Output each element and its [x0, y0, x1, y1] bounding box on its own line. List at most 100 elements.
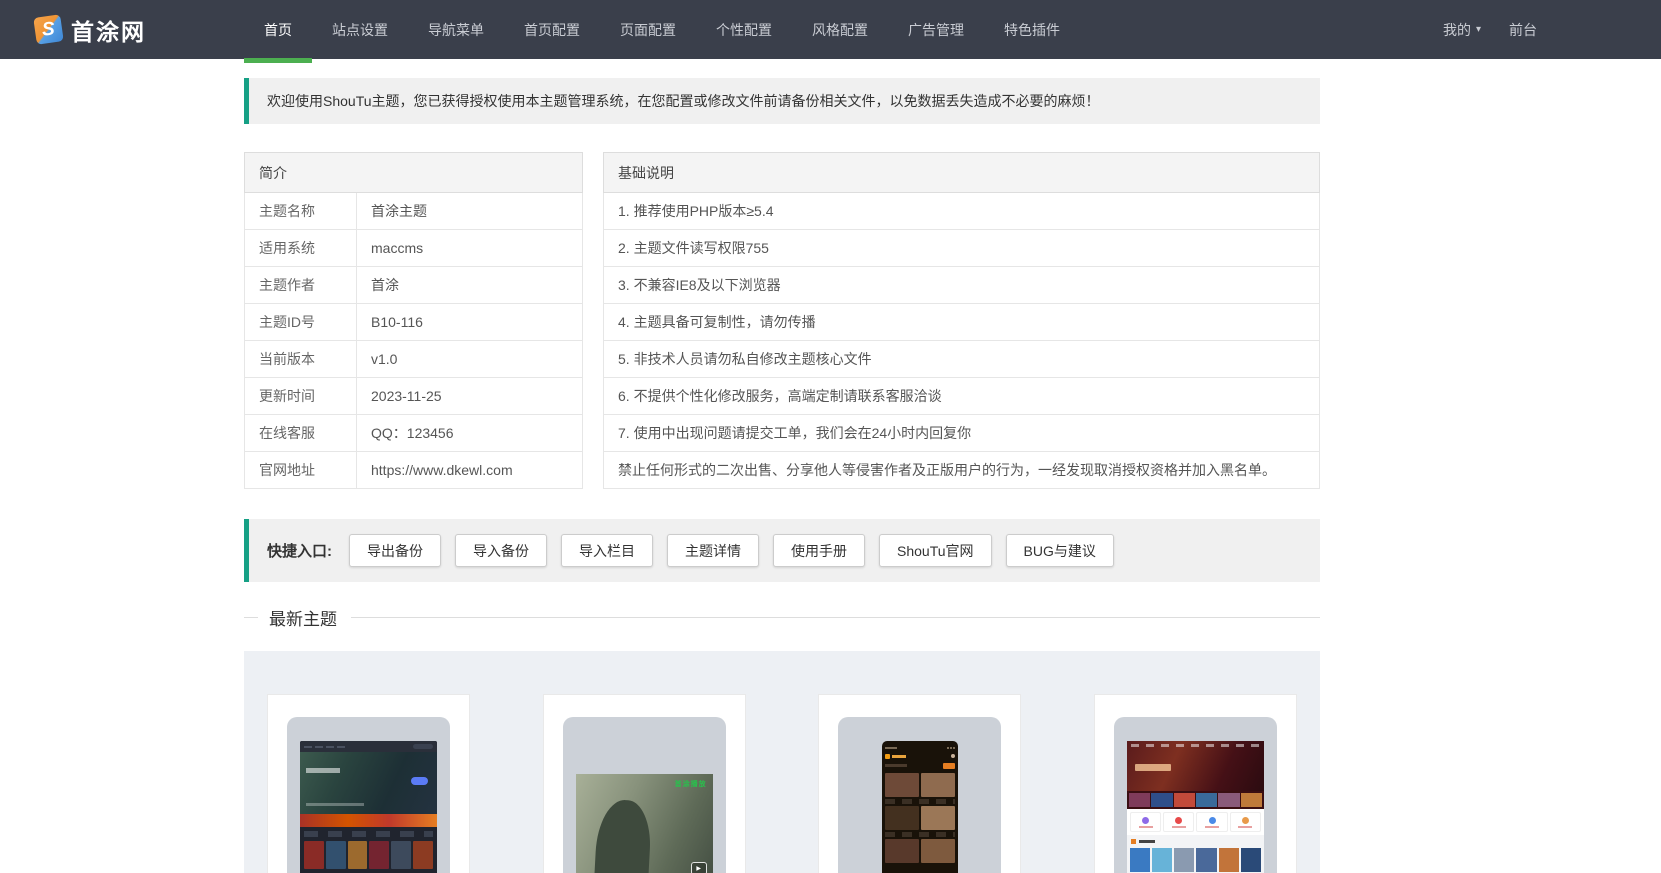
preview-poster-row: [300, 837, 437, 869]
note-item: 6. 不提供个性化修改服务，高端定制请联系客服洽谈: [603, 377, 1320, 415]
preview-thumb-row: [1127, 848, 1264, 872]
row-label: 当前版本: [244, 340, 357, 378]
table-row: 禁止任何形式的二次出售、分享他人等侵害作者及正版用户的行为，一经发现取消授权资格…: [603, 451, 1320, 489]
nav-item-frontend[interactable]: 前台: [1495, 0, 1551, 59]
latest-themes-heading: 最新主题: [244, 606, 1320, 629]
play-overlay-icon: ▶: [690, 862, 707, 873]
preview-app-subheader: [884, 761, 955, 770]
table-row: 2. 主题文件读写权限755: [603, 229, 1320, 267]
theme-preview-device: [1113, 717, 1277, 873]
logo-text: 首涂网: [71, 18, 146, 45]
table-header-row: 基础说明: [603, 152, 1320, 193]
row-value: 首涂: [356, 266, 583, 304]
row-value: B10-116: [356, 303, 583, 341]
preview-player-frame: 首涂播放 ▶: [575, 774, 713, 873]
quick-links-bar: 快捷入口: 导出备份 导入备份 导入栏目 主题详情 使用手册 ShouTu官网 …: [244, 519, 1320, 582]
heading-rule: [351, 616, 1320, 618]
table-row: 适用系统 maccms: [244, 229, 583, 267]
latest-themes-panel: 首涂播放 ▶: [244, 651, 1320, 873]
preview-section-label: [1127, 835, 1264, 848]
logo-icon: S: [33, 14, 64, 45]
logo-s-glyph: S: [41, 18, 56, 41]
chevron-down-icon: ▾: [1475, 24, 1481, 35]
notes-table: 基础说明 1. 推荐使用PHP版本≥5.4 2. 主题文件读写权限755 3. …: [603, 152, 1320, 489]
table-row: 6. 不提供个性化修改服务，高端定制请联系客服洽谈: [603, 377, 1320, 415]
nav-item-featured-plugins[interactable]: 特色插件: [984, 0, 1080, 59]
row-label: 在线客服: [244, 414, 357, 452]
theme-card-video-player[interactable]: 首涂播放 ▶: [542, 694, 746, 873]
note-item: 7. 使用中出现问题请提交工单，我们会在24小时内回复你: [603, 414, 1320, 452]
navbar-right: 我的 ▾ 前台: [1429, 0, 1551, 59]
table-row: 5. 非技术人员请勿私自修改主题核心文件: [603, 340, 1320, 378]
table-row: 在线客服 QQ：123456: [244, 414, 583, 452]
import-columns-button[interactable]: 导入栏目: [561, 534, 653, 567]
theme-card-game-site[interactable]: [1093, 694, 1297, 873]
preview-statusbar: [884, 744, 955, 751]
nav-item-style-config[interactable]: 风格配置: [792, 0, 888, 59]
preview-app-header: [884, 751, 955, 761]
theme-preview-device: [838, 717, 1002, 873]
nav-item-home-config[interactable]: 首页配置: [504, 0, 600, 59]
note-item: 4. 主题具备可复制性，请勿传播: [603, 303, 1320, 341]
table-row: 更新时间 2023-11-25: [244, 377, 583, 415]
shoutu-website-button[interactable]: ShouTu官网: [879, 534, 992, 567]
note-item: 1. 推荐使用PHP版本≥5.4: [603, 192, 1320, 230]
preview-banner: [300, 752, 437, 814]
nav-item-personal-config[interactable]: 个性配置: [696, 0, 792, 59]
preview-photo-grid: [884, 773, 955, 863]
export-backup-button[interactable]: 导出备份: [349, 534, 441, 567]
nav-item-site-settings[interactable]: 站点设置: [312, 0, 408, 59]
preview-banner: [1126, 741, 1264, 791]
heading-left-dash: [244, 616, 258, 618]
table-row: 4. 主题具备可复制性，请勿传播: [603, 303, 1320, 341]
nav-item-page-config[interactable]: 页面配置: [600, 0, 696, 59]
theme-preview-video-player: 首涂播放 ▶: [575, 774, 713, 873]
row-value: 2023-11-25: [356, 377, 583, 415]
row-value: 首涂主题: [356, 192, 583, 230]
table-row: 当前版本 v1.0: [244, 340, 583, 378]
welcome-alert: 欢迎使用ShouTu主题，您已获得授权使用本主题管理系统，在您配置或修改文件前请…: [244, 78, 1320, 124]
admin-page: S 首涂网 首页 站点设置 导航菜单 首页配置 页面配置 个性配置 风格配置 广…: [0, 0, 1661, 873]
row-label: 主题ID号: [244, 303, 357, 341]
intro-table-title: 简介: [244, 152, 583, 193]
logo[interactable]: S 首涂网: [33, 0, 146, 59]
bug-suggestion-button[interactable]: BUG与建议: [1005, 534, 1114, 567]
preview-ad-strip: [300, 814, 437, 827]
note-item: 2. 主题文件读写权限755: [603, 229, 1320, 267]
my-dropdown-label: 我的: [1442, 21, 1471, 38]
row-label: 主题作者: [244, 266, 357, 304]
website-url: https://www.dkewl.com: [356, 451, 583, 489]
theme-details-button[interactable]: 主题详情: [667, 534, 759, 567]
top-navbar: S 首涂网 首页 站点设置 导航菜单 首页配置 页面配置 个性配置 风格配置 广…: [0, 0, 1661, 63]
theme-preview-dark-movie-site: [300, 741, 437, 873]
note-item: 3. 不兼容IE8及以下浏览器: [603, 266, 1320, 304]
row-value: QQ：123456: [356, 414, 583, 452]
page-content: 欢迎使用ShouTu主题，您已获得授权使用本主题管理系统，在您配置或修改文件前请…: [244, 78, 1320, 873]
nav-item-my-dropdown[interactable]: 我的 ▾: [1429, 0, 1495, 59]
nav-item-ad-management[interactable]: 广告管理: [888, 0, 984, 59]
notes-table-title: 基础说明: [603, 152, 1320, 193]
theme-preview-device: [287, 717, 450, 873]
row-label: 更新时间: [244, 377, 357, 415]
table-row: 7. 使用中出现问题请提交工单，我们会在24小时内回复你: [603, 414, 1320, 452]
note-item: 5. 非技术人员请勿私自修改主题核心文件: [603, 340, 1320, 378]
table-row: 主题名称 首涂主题: [244, 192, 583, 230]
table-row: 主题作者 首涂: [244, 266, 583, 304]
preview-promo-cards: [1126, 809, 1264, 835]
theme-preview-game-site: [1126, 741, 1264, 873]
theme-card-mobile-app[interactable]: [818, 694, 1022, 873]
info-tables-row: 简介 主题名称 首涂主题 适用系统 maccms 主题作者 首涂 主题ID号 B10-1…: [244, 152, 1320, 489]
theme-card-dark-movie-site[interactable]: [267, 694, 470, 873]
table-row: 1. 推荐使用PHP版本≥5.4: [603, 192, 1320, 230]
import-backup-button[interactable]: 导入备份: [455, 534, 547, 567]
nav-item-nav-menu[interactable]: 导航菜单: [408, 0, 504, 59]
theme-preview-device: 首涂播放 ▶: [562, 717, 726, 873]
user-manual-button[interactable]: 使用手册: [773, 534, 865, 567]
table-row: 3. 不兼容IE8及以下浏览器: [603, 266, 1320, 304]
intro-table: 简介 主题名称 首涂主题 适用系统 maccms 主题作者 首涂 主题ID号 B10-1…: [244, 152, 583, 489]
nav-item-home[interactable]: 首页: [244, 0, 312, 63]
row-value: maccms: [356, 229, 583, 267]
theme-preview-mobile-app: [881, 741, 958, 873]
quick-links-label: 快捷入口:: [267, 543, 332, 560]
row-value: v1.0: [356, 340, 583, 378]
